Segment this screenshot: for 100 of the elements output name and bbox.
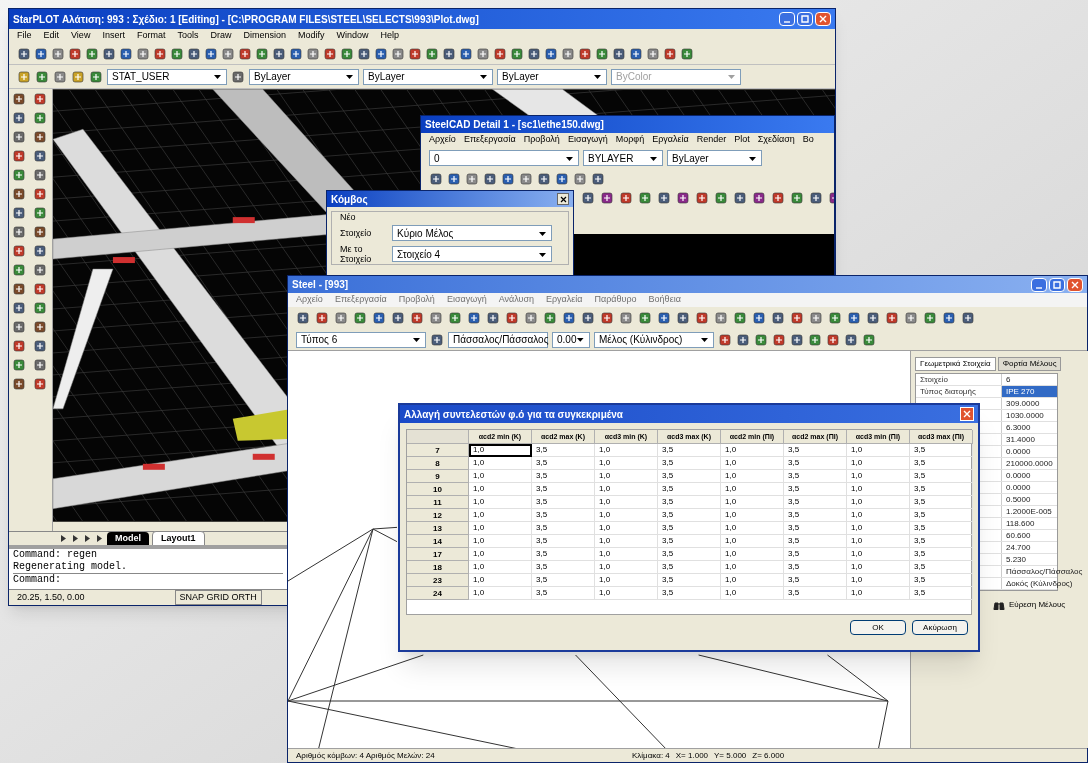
toolbar-tool-icon[interactable] [595,46,609,61]
toolbar-tool-icon[interactable] [33,206,47,220]
property-value[interactable]: 0.5000 [1002,494,1057,505]
toolbar-tool-icon[interactable] [12,263,26,277]
dropdown[interactable]: ByLayer [249,68,359,85]
toolbar-tool-icon[interactable] [136,46,150,61]
toolbar-tool-icon[interactable] [12,358,26,372]
toolbar-tool-icon[interactable] [459,46,473,61]
menu-item[interactable]: File [17,29,32,43]
toolbar-tool-icon[interactable] [465,172,479,186]
toolbar-tool-icon[interactable] [296,311,310,325]
dropdown[interactable]: Κύριο Μέλος [392,225,552,241]
toolbar-tool-icon[interactable] [772,332,786,347]
toolbar-tool-icon[interactable] [752,191,766,205]
dropdown[interactable]: Τύπος 6 [296,331,426,348]
toolbar-tool-icon[interactable] [34,46,48,61]
toolbar-tool-icon[interactable] [17,69,31,84]
toolbar-tool-icon[interactable] [537,172,551,186]
dropdown-arrow-icon[interactable] [576,335,585,344]
table-cell[interactable]: 1,0 [469,587,532,600]
maximize-icon[interactable] [801,15,809,23]
table-cell[interactable]: 3,5 [910,509,973,522]
menu-item[interactable]: Format [136,29,166,43]
toolbar-tool-icon[interactable] [53,69,67,84]
dropdown[interactable]: 0 [429,150,579,166]
toolbar-tool-icon[interactable] [33,358,47,372]
toolbar-tool-icon[interactable] [942,311,956,325]
table-cell[interactable]: 3,5 [532,561,595,574]
toolbar-tool-icon[interactable] [844,332,858,347]
table-cell[interactable]: 3,5 [784,522,847,535]
table-cell[interactable]: 1,0 [847,509,910,522]
toolbar-tool-icon[interactable] [89,69,103,84]
toolbar-tool-icon[interactable] [790,191,804,205]
toolbar-tool-icon[interactable] [600,311,614,325]
table-cell[interactable]: 3,5 [658,535,721,548]
toolbar-tool-icon[interactable] [289,46,303,61]
toolbar-tool-icon[interactable] [221,46,235,61]
table-cell[interactable]: 3,5 [910,587,973,600]
table-cell[interactable]: 3,5 [532,587,595,600]
toolbar-tool-icon[interactable] [862,332,876,347]
binoculars-icon[interactable] [993,600,1005,610]
toolbar-tool-icon[interactable] [771,311,785,325]
table-cell[interactable]: 1,0 [721,561,784,574]
toolbar-tool-icon[interactable] [961,311,975,325]
property-value[interactable]: 60.600 [1002,530,1057,541]
property-value[interactable]: 6.3000 [1002,422,1057,433]
toolbar-tool-icon[interactable] [12,111,26,125]
table-cell[interactable]: 3,5 [532,574,595,587]
table-cell[interactable]: 1,0 [469,535,532,548]
table-cell[interactable]: 1,0 [847,444,910,457]
maximize-button[interactable] [1049,277,1065,292]
table-cell[interactable]: 1,0 [595,535,658,548]
toolbar-tool-icon[interactable] [33,263,47,277]
menu-item[interactable]: Εργαλεία [546,293,583,307]
toolbar-tool-icon[interactable] [33,320,47,334]
toolbar-tool-icon[interactable] [483,172,497,186]
toolbar-tool-icon[interactable] [828,311,842,325]
toolbar-tool-icon[interactable] [33,92,47,106]
menu-item[interactable]: Αρχείο [429,133,456,147]
toolbar-tool-icon[interactable] [581,191,595,205]
toolbar-tool-icon[interactable] [543,311,557,325]
table-cell[interactable]: 1,0 [847,548,910,561]
toolbar-tool-icon[interactable] [486,311,500,325]
toolbar-tool-icon[interactable] [847,311,861,325]
toolbar-tool-icon[interactable] [676,311,690,325]
dropdown[interactable]: Πάσσαλος/Πάσσαλος [448,331,548,348]
toolbar-tool-icon[interactable] [448,311,462,325]
layout-tab[interactable]: Model [107,531,149,546]
table-cell[interactable]: 1,0 [595,587,658,600]
table-cell[interactable]: 3,5 [658,509,721,522]
table-cell[interactable]: 3,5 [658,496,721,509]
dropdown-arrow-icon[interactable] [213,72,222,81]
toolbar-tool-icon[interactable] [612,46,626,61]
toolbar-tool-icon[interactable] [718,332,732,347]
dropdown[interactable]: ByLayer [497,68,607,85]
toolbar-tool-icon[interactable] [238,46,252,61]
toolbar-tool-icon[interactable] [12,206,26,220]
dialog-button[interactable]: Ακύρωση [912,620,968,635]
toolbar-tool-icon[interactable] [510,46,524,61]
menu-item[interactable]: Draw [210,29,232,43]
toolbar-tool-icon[interactable] [12,301,26,315]
close-icon[interactable] [819,15,827,23]
toolbar-tool-icon[interactable] [334,311,348,325]
toolbar-tool-icon[interactable] [187,46,201,61]
table-cell[interactable]: 3,5 [532,483,595,496]
dropdown-arrow-icon[interactable] [345,72,354,81]
menu-item[interactable]: Modify [298,29,325,43]
section-tool-icon[interactable] [430,332,444,347]
table-cell[interactable]: 3,5 [784,496,847,509]
toolbar-tool-icon[interactable] [33,377,47,391]
property-value[interactable]: 1.2000E-005 [1002,506,1057,517]
table-cell[interactable]: 1,0 [469,444,532,457]
panel-tab[interactable]: Φορτία Μέλους [997,357,1062,371]
toolbar-tool-icon[interactable] [33,301,47,315]
dropdown-arrow-icon[interactable] [700,335,709,344]
dropdown[interactable]: ByLayer [363,68,493,85]
toolbar-tool-icon[interactable] [714,191,728,205]
grid-corner-cell[interactable] [407,430,469,444]
toolbar-tool-icon[interactable] [12,149,26,163]
table-cell[interactable]: 3,5 [532,496,595,509]
